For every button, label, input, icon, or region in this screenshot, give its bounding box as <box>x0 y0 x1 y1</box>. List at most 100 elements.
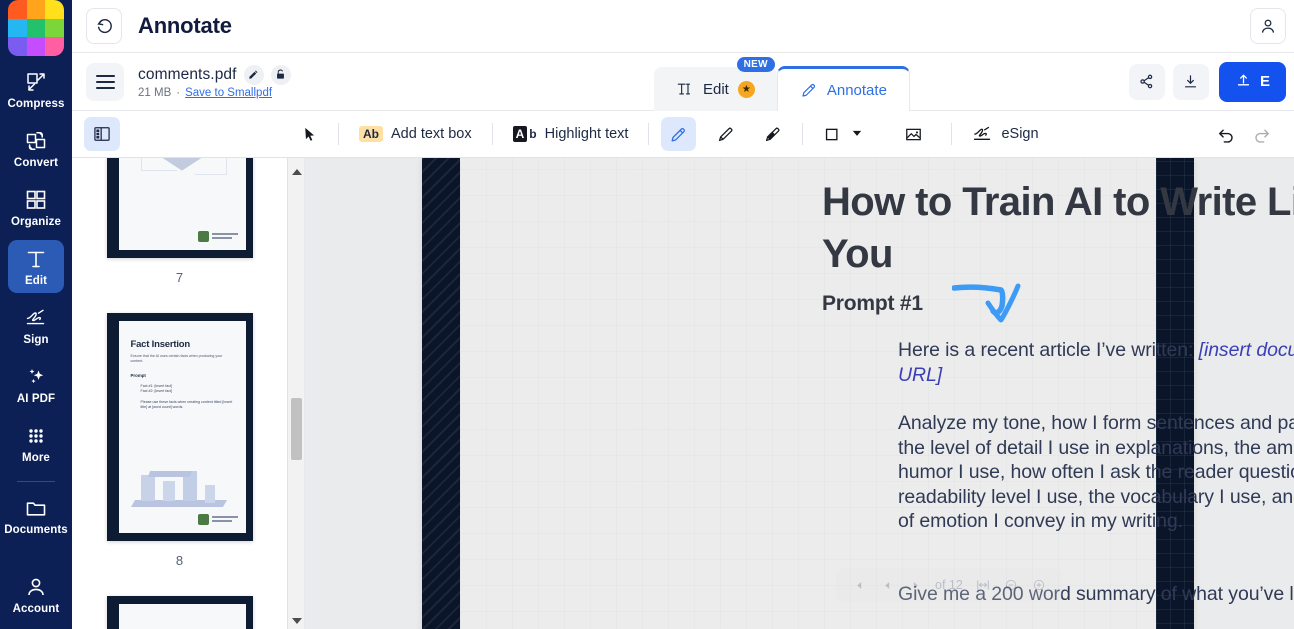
logo-tile <box>26 18 46 38</box>
annotate-toolbar: Ab Add text box Ab Highlight text eSign <box>72 111 1294 158</box>
image-tool[interactable] <box>896 117 931 151</box>
undo-button[interactable] <box>1208 117 1244 151</box>
top-bar: Annotate <box>72 0 1294 53</box>
fit-width-button[interactable] <box>970 572 996 598</box>
first-page-button[interactable] <box>846 572 872 598</box>
left-nav-rail: Compress Convert Organize Edit Sign AI PDF Mor… <box>0 0 72 629</box>
rail-item-label: Account <box>12 603 60 615</box>
thumbnail-scrollbar[interactable] <box>287 158 304 629</box>
rail-item-label: Documents <box>4 524 68 536</box>
scroll-up-icon <box>291 168 302 175</box>
smallpdf-logo[interactable] <box>8 0 64 56</box>
thumbnail-item[interactable]: 7 <box>72 158 287 313</box>
scroll-down-button[interactable] <box>288 612 304 629</box>
redo-button[interactable] <box>1244 117 1280 151</box>
document-paragraph-1: Here is a recent article I’ve written: [… <box>898 338 1294 387</box>
rename-file-button[interactable] <box>243 64 264 85</box>
rail-item-label: Compress <box>7 98 65 110</box>
logo-tile <box>8 37 27 56</box>
esign-label: eSign <box>1001 126 1039 142</box>
file-menu-button[interactable] <box>86 62 124 101</box>
tab-edit[interactable]: Edit ★ NEW <box>654 57 777 111</box>
rail-item-list: Compress Convert Organize Edit Sign AI PDF Mor… <box>0 60 72 545</box>
hamburger-bar <box>95 86 115 89</box>
thumbnail-item[interactable]: Fact Insertion Ensure that the AI uses c… <box>72 313 287 596</box>
thumbnail-item[interactable] <box>72 596 287 629</box>
tab-annotate[interactable]: Annotate <box>776 66 910 111</box>
hamburger-bar <box>95 80 115 83</box>
rail-item-more[interactable]: More <box>8 417 64 470</box>
rail-item-ai-pdf[interactable]: AI PDF <box>8 358 64 411</box>
toolbar-divider <box>802 123 804 145</box>
chip-shape <box>156 158 208 171</box>
unlock-file-button[interactable] <box>270 64 291 85</box>
rail-item-compress[interactable]: Compress <box>7 63 65 116</box>
eraser-tool[interactable] <box>755 117 790 151</box>
tab-label: Edit <box>703 80 729 98</box>
rail-item-organize[interactable]: Organize <box>8 181 64 234</box>
prev-page-button[interactable] <box>874 572 900 598</box>
next-page-button[interactable] <box>902 572 928 598</box>
rail-item-label: Sign <box>23 334 49 346</box>
rail-item-label: Edit <box>24 275 48 287</box>
thumbnail-subtitle: Ensure that the AI uses certain facts wh… <box>130 354 223 363</box>
thumbnail-page-number: 7 <box>175 270 184 285</box>
convert-icon <box>24 129 48 153</box>
thumbnail-line-3: Please use these facts when creating con… <box>140 400 233 409</box>
share-button[interactable] <box>1128 63 1165 100</box>
export-button[interactable]: E <box>1218 61 1286 102</box>
rail-item-documents[interactable]: Documents <box>4 489 68 542</box>
add-text-box-tool[interactable]: Ab Add text box <box>351 117 480 151</box>
shape-tool[interactable] <box>815 117 870 151</box>
text-cursor-icon <box>676 80 694 98</box>
upload-icon <box>1235 71 1252 92</box>
rail-item-label: AI PDF <box>16 393 56 405</box>
highlight-text-tool[interactable]: Ab Highlight text <box>505 117 637 151</box>
save-to-smallpdf-link[interactable]: Save to Smallpdf <box>185 87 272 99</box>
document-paragraph-2: Analyze my tone, how I form sentences an… <box>898 412 1294 533</box>
pen-tool[interactable] <box>661 117 697 151</box>
rail-item-label: Organize <box>10 216 61 228</box>
thumbnail-pane: 7 Fact Insertion Ensure that the AI uses… <box>72 158 305 629</box>
rail-item-convert[interactable]: Convert <box>8 122 64 175</box>
export-button-label: E <box>1259 73 1270 90</box>
back-button[interactable] <box>86 8 122 44</box>
scroll-up-button[interactable] <box>288 163 304 180</box>
density-logo <box>197 514 238 525</box>
signature-icon <box>24 306 48 330</box>
annotate-app: Compress Convert Organize Edit Sign AI PDF Mor… <box>0 0 1294 629</box>
thumbnail-page-7[interactable] <box>106 158 253 258</box>
thumbnail-canvas <box>118 158 246 250</box>
scrollbar-thumb[interactable] <box>291 398 302 460</box>
pdf-page[interactable]: How to Train AI to Write Like You Prompt… <box>422 158 1294 629</box>
pencil-icon <box>800 81 818 99</box>
select-tool[interactable] <box>292 117 326 151</box>
thumbnail-page-next[interactable] <box>106 596 253 629</box>
page-title: Annotate <box>138 13 232 38</box>
zoom-out-button[interactable] <box>998 572 1024 598</box>
file-meta-row: 21 MB · Save to Smallpdf <box>138 87 291 99</box>
thumbnail-panel-toggle[interactable] <box>84 117 120 151</box>
new-badge: NEW <box>736 57 775 72</box>
chevron-down-icon <box>852 126 862 142</box>
document-viewer[interactable]: How to Train AI to Write Like You Prompt… <box>305 158 1294 629</box>
highlighter-tool[interactable] <box>708 117 743 151</box>
compress-icon <box>24 70 48 94</box>
thumbnail-prompt-label: Prompt <box>130 373 146 378</box>
organize-icon <box>24 188 48 212</box>
ink-annotation-check[interactable] <box>952 276 1062 336</box>
profile-button[interactable] <box>1250 8 1286 44</box>
thumbnail-page-8[interactable]: Fact Insertion Ensure that the AI uses c… <box>106 313 253 541</box>
download-button[interactable] <box>1172 63 1209 100</box>
rail-item-sign[interactable]: Sign <box>8 299 64 352</box>
zoom-in-button[interactable] <box>1026 572 1052 598</box>
page-navigation-overlay[interactable]: of 12 <box>836 568 1062 602</box>
logo-tile <box>26 0 46 19</box>
rail-item-account[interactable]: Account <box>8 568 64 621</box>
logo-tile <box>26 37 46 56</box>
esign-tool[interactable]: eSign <box>964 117 1046 151</box>
rail-divider <box>17 481 55 482</box>
rail-item-edit[interactable]: Edit <box>8 240 64 293</box>
thumbnail-canvas: Fact Insertion Ensure that the AI uses c… <box>118 321 246 533</box>
page-count-label: of 12 <box>935 578 963 592</box>
